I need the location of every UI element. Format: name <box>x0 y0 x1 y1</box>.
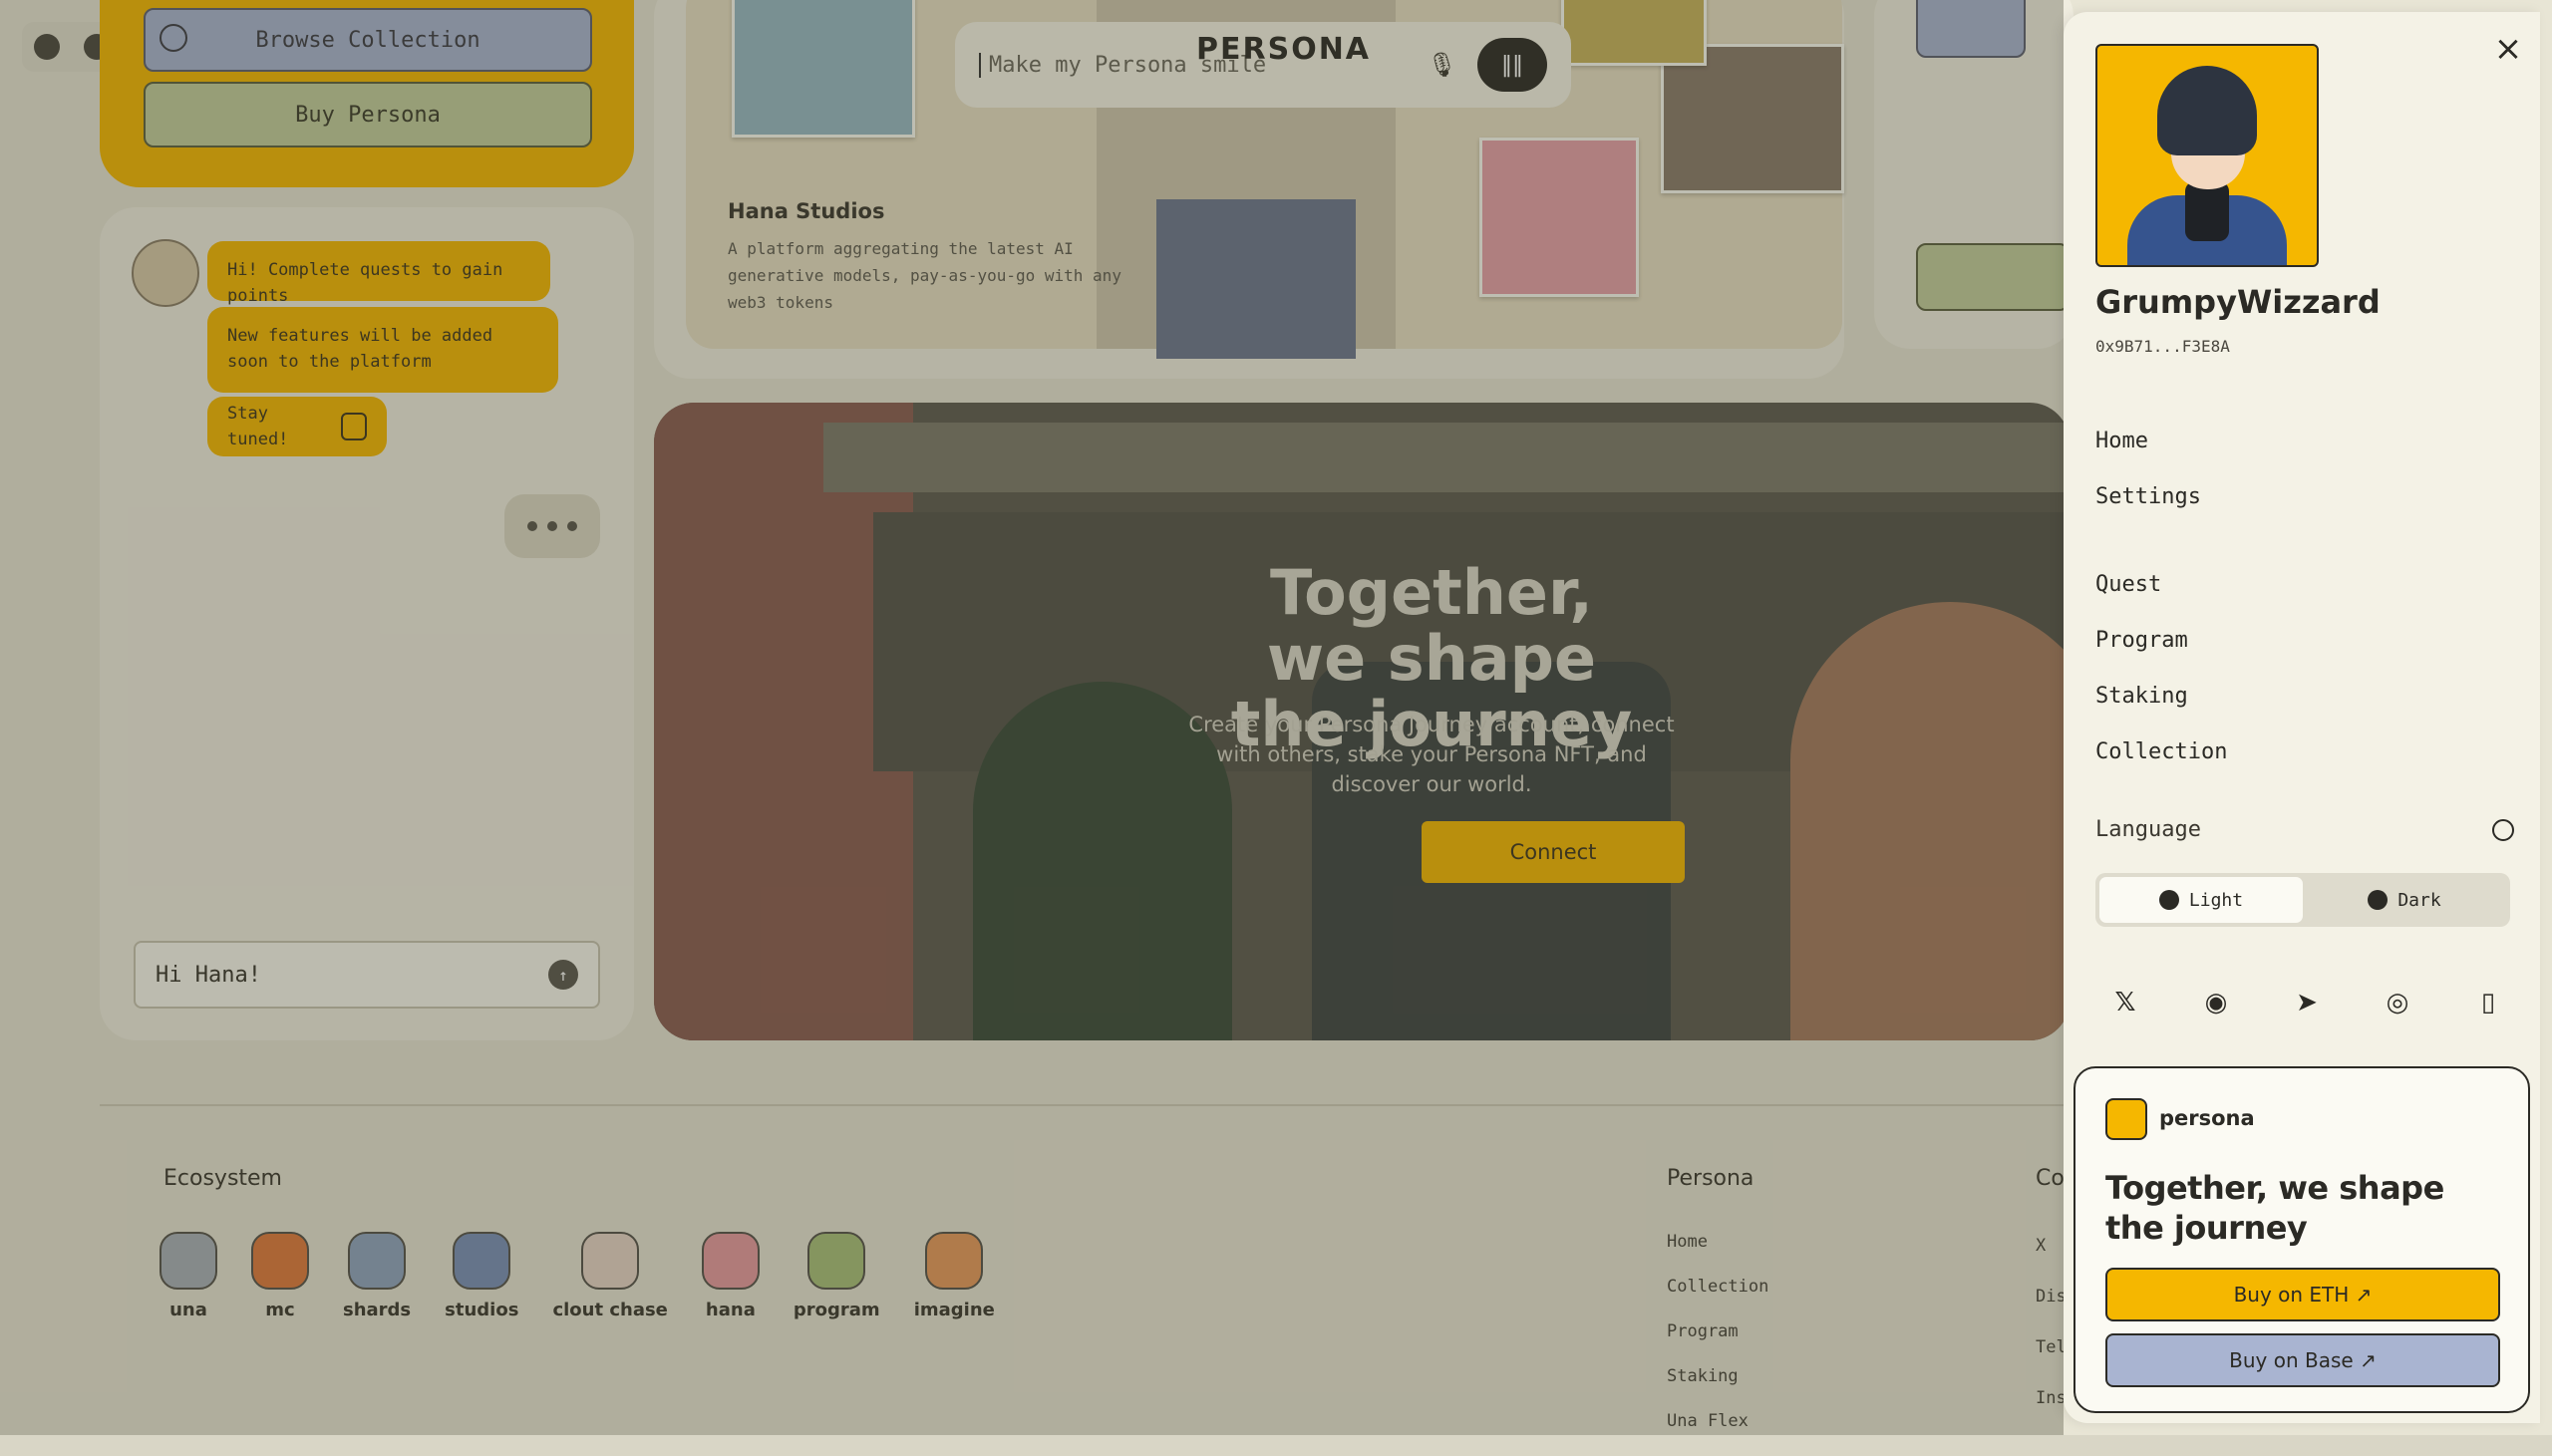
menu-item-home[interactable]: Home <box>2095 429 2148 453</box>
buy-card-brand: persona <box>2159 1106 2255 1130</box>
profile-avatar <box>2095 44 2319 267</box>
instagram-icon[interactable]: ◎ <box>2380 985 2415 1020</box>
profile-drawer: × GrumpyWizzard 0x9B71...F3E8A Home Sett… <box>2064 12 2540 1423</box>
x-icon[interactable]: 𝕏 <box>2107 985 2143 1020</box>
persona-logo-icon <box>2105 1098 2147 1140</box>
language-selector[interactable]: Language <box>2095 817 2514 842</box>
wallet-address[interactable]: 0x9B71...F3E8A <box>2095 337 2230 356</box>
globe-icon <box>2492 818 2514 841</box>
discord-icon[interactable]: ◉ <box>2198 985 2234 1020</box>
menu-item-settings[interactable]: Settings <box>2095 484 2201 509</box>
theme-light-option[interactable]: Light <box>2099 877 2303 923</box>
buy-on-base-button[interactable]: Buy on Base ↗ <box>2105 1333 2500 1387</box>
overlay-scrim[interactable] <box>0 0 2064 1435</box>
sun-icon <box>2158 890 2179 910</box>
buy-card-title: Together, we shape the journey <box>2105 1169 2444 1247</box>
menu-item-program[interactable]: Program <box>2095 628 2188 653</box>
buy-card: persona Together, we shape the journey B… <box>2074 1066 2530 1413</box>
user-name: GrumpyWizzard <box>2095 283 2381 321</box>
buy-on-eth-button[interactable]: Buy on ETH ↗ <box>2105 1268 2500 1321</box>
close-icon[interactable]: × <box>2490 32 2526 68</box>
moon-icon <box>2368 890 2389 910</box>
theme-dark-option[interactable]: Dark <box>2303 877 2506 923</box>
menu-item-staking[interactable]: Staking <box>2095 684 2188 709</box>
telegram-icon[interactable]: ➤ <box>2289 985 2325 1020</box>
theme-switch[interactable]: Light Dark <box>2095 873 2510 927</box>
menu-item-quest[interactable]: Quest <box>2095 572 2161 597</box>
social-links: 𝕏 ◉ ➤ ◎ ▯ <box>2107 985 2506 1020</box>
menu-item-collection[interactable]: Collection <box>2095 739 2227 764</box>
document-icon[interactable]: ▯ <box>2470 985 2506 1020</box>
